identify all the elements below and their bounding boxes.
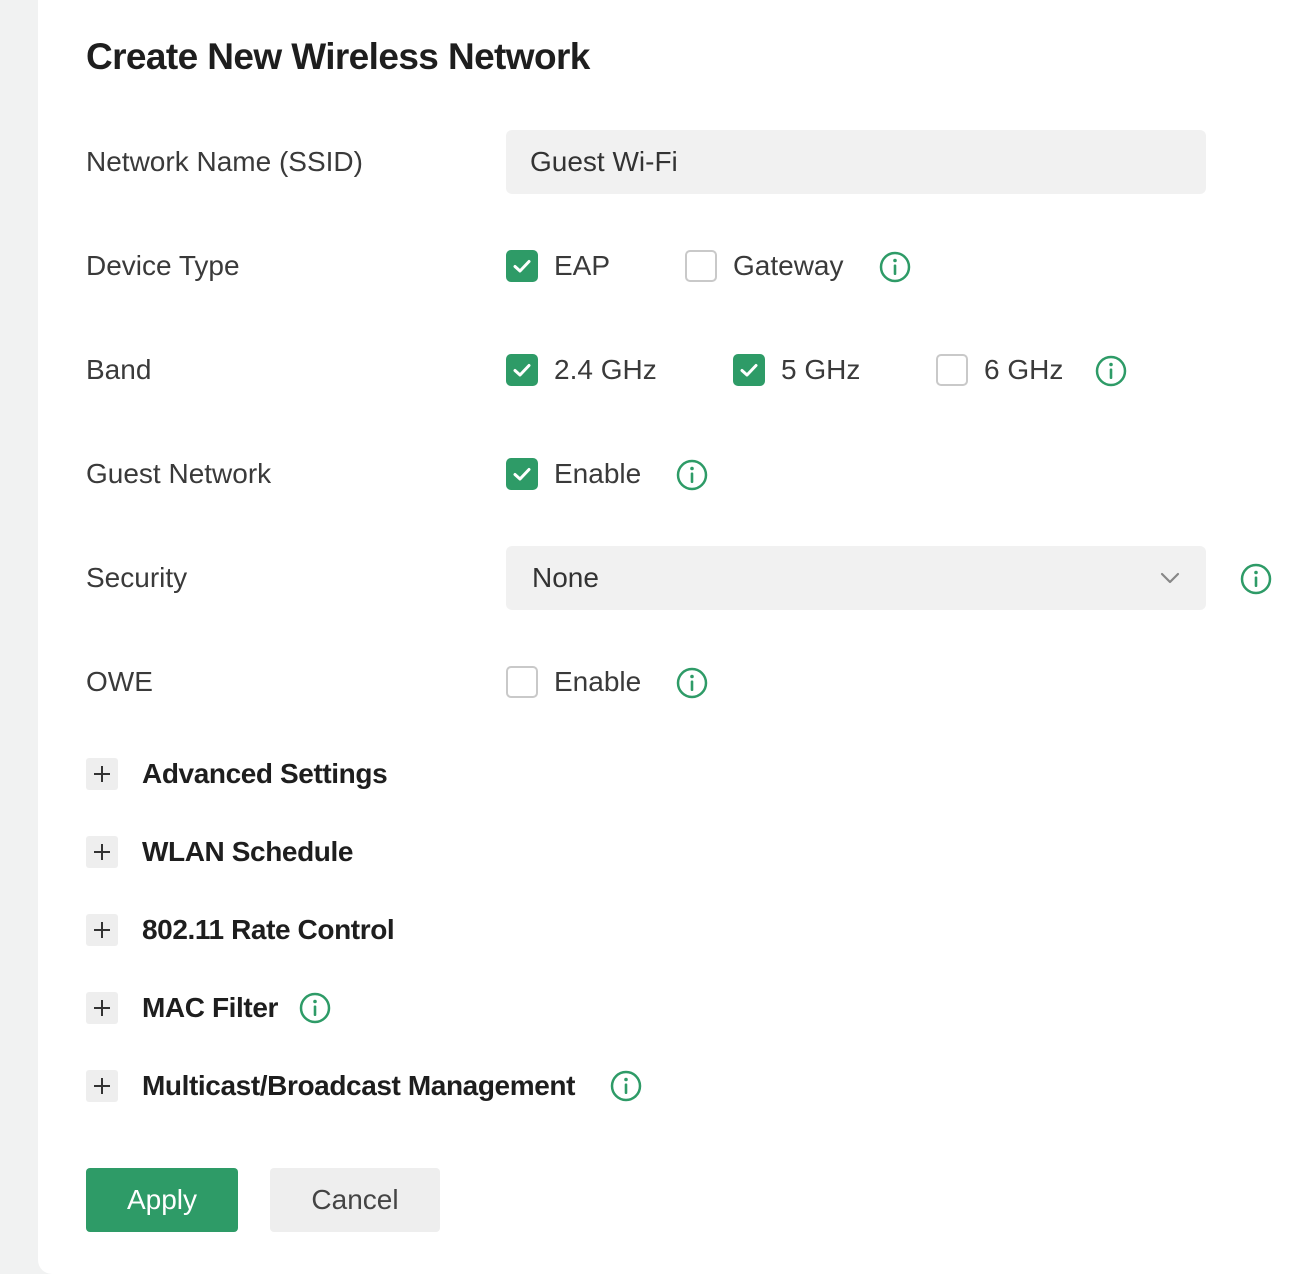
check-icon <box>513 364 531 377</box>
page-title: Create New Wireless Network <box>86 36 590 77</box>
checkbox-unchecked[interactable] <box>936 354 968 386</box>
section-advanced-settings[interactable]: Advanced Settings <box>86 754 388 794</box>
plus-icon[interactable] <box>86 836 118 868</box>
checkbox-label: Enable <box>554 458 642 489</box>
section-wlan-schedule[interactable]: WLAN Schedule <box>86 832 353 872</box>
section-label: Multicast/Broadcast Management <box>142 1070 575 1101</box>
checkbox-label: Enable <box>554 666 642 697</box>
owe-enable-checkbox[interactable]: Enable <box>506 662 641 702</box>
checkbox-unchecked[interactable] <box>506 666 538 698</box>
device-type-gateway-checkbox[interactable]: Gateway <box>685 246 844 286</box>
section-label: 802.11 Rate Control <box>142 914 395 945</box>
plus-icon[interactable] <box>86 1070 118 1102</box>
info-circle-icon[interactable] <box>610 1070 642 1102</box>
section-label: Advanced Settings <box>142 758 388 789</box>
info-circle-icon[interactable] <box>676 667 708 699</box>
info-circle-icon[interactable] <box>299 992 331 1024</box>
guest-network-label: Guest Network <box>86 458 272 489</box>
checkbox-checked[interactable] <box>733 354 765 386</box>
guest-network-enable-checkbox[interactable]: Enable <box>506 454 641 494</box>
security-label: Security <box>86 562 188 593</box>
info-circle-icon[interactable] <box>1095 355 1127 387</box>
device-type-eap-checkbox[interactable]: EAP <box>506 246 610 286</box>
info-circle-icon[interactable] <box>676 459 708 491</box>
plus-icon[interactable] <box>86 992 118 1024</box>
ssid-label: Network Name (SSID) <box>86 146 363 177</box>
check-icon <box>513 260 531 273</box>
checkbox-checked[interactable] <box>506 354 538 386</box>
security-selected-value: None <box>532 562 599 593</box>
cancel-button[interactable]: Cancel <box>270 1168 440 1232</box>
checkbox-label: 5 GHz <box>781 354 861 385</box>
owe-label: OWE <box>86 666 153 697</box>
checkbox-label: 2.4 GHz <box>554 354 657 385</box>
check-icon <box>740 364 758 377</box>
checkbox-unchecked[interactable] <box>685 250 717 282</box>
apply-button[interactable]: Apply <box>86 1168 238 1232</box>
section-mac-filter[interactable]: MAC Filter <box>86 988 278 1028</box>
checkbox-checked[interactable] <box>506 458 538 490</box>
band-5ghz-checkbox[interactable]: 5 GHz <box>733 350 860 390</box>
band-label: Band <box>86 354 152 385</box>
checkbox-label: EAP <box>554 250 611 281</box>
checkbox-label: 6 GHz <box>984 354 1064 385</box>
plus-icon[interactable] <box>86 758 118 790</box>
ssid-input[interactable]: Guest Wi-Fi <box>506 130 1206 194</box>
chevron-down-icon <box>1160 572 1180 584</box>
checkbox-label: Gateway <box>733 250 844 281</box>
section-multicast-broadcast[interactable]: Multicast/Broadcast Management <box>86 1066 575 1106</box>
section-label: WLAN Schedule <box>142 836 354 867</box>
checkbox-checked[interactable] <box>506 250 538 282</box>
security-select[interactable]: None <box>506 546 1206 610</box>
check-icon <box>513 468 531 481</box>
plus-icon[interactable] <box>86 914 118 946</box>
info-circle-icon[interactable] <box>879 251 911 283</box>
band-2-4ghz-checkbox[interactable]: 2.4 GHz <box>506 350 657 390</box>
band-6ghz-checkbox[interactable]: 6 GHz <box>936 350 1063 390</box>
device-type-label: Device Type <box>86 250 240 281</box>
section-label: MAC Filter <box>142 992 279 1023</box>
info-circle-icon[interactable] <box>1240 563 1272 595</box>
section-rate-control[interactable]: 802.11 Rate Control <box>86 910 395 950</box>
